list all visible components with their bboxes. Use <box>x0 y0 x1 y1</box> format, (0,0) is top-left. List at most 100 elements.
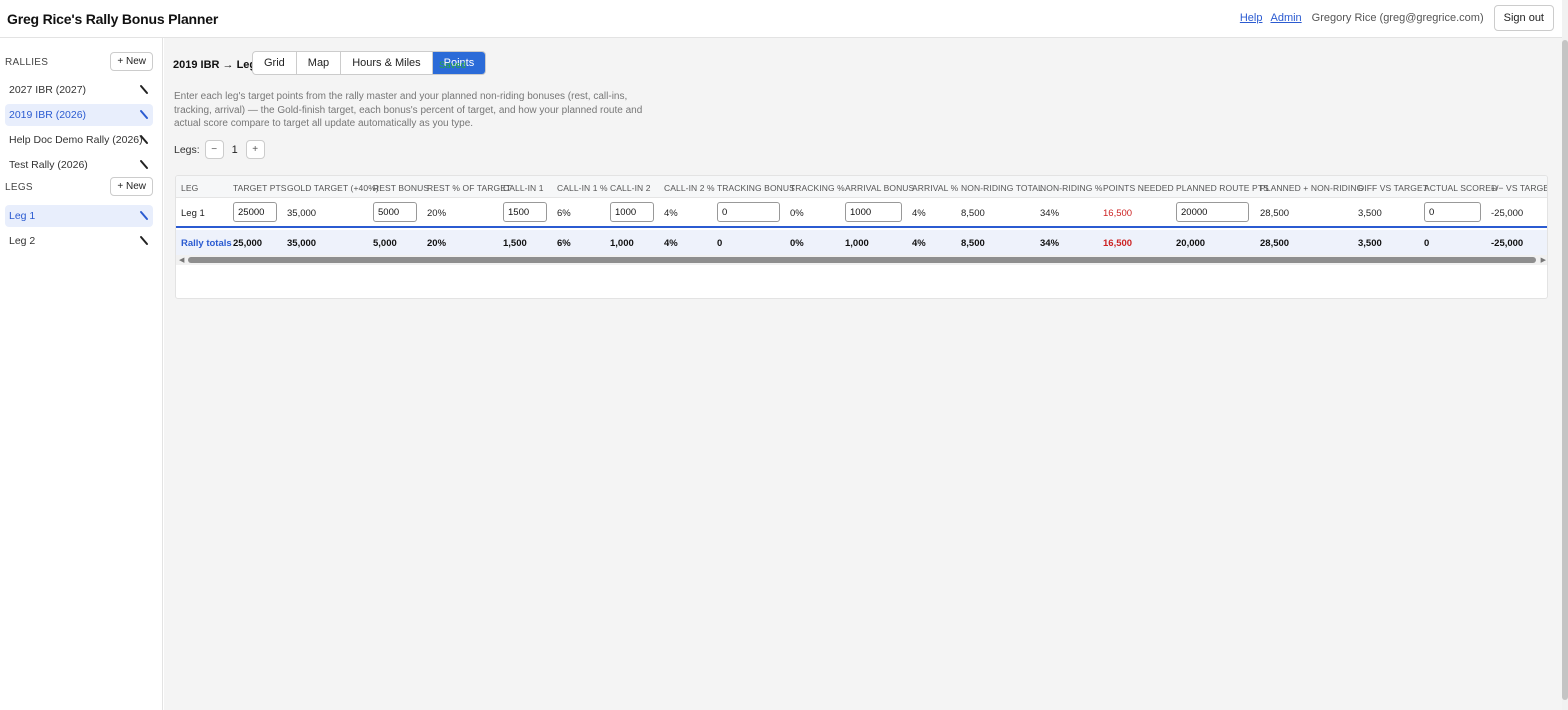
legs-header: LEGS + New <box>5 177 155 197</box>
pencil-icon[interactable] <box>139 210 149 222</box>
user-label: Gregory Rice (greg@gregrice.com) <box>1311 12 1484 24</box>
total-non-riding: 8,500 <box>961 238 985 249</box>
sidebar-item-leg[interactable]: Leg 2 <box>5 230 153 252</box>
sidebar-item-leg-active[interactable]: Leg 1 <box>5 205 153 227</box>
pencil-icon[interactable] <box>139 109 149 121</box>
total-arrival-pct: 4% <box>912 238 926 249</box>
total-call-in-1: 1,500 <box>503 238 527 249</box>
sidebar-item-rally[interactable]: Help Doc Demo Rally (2026) <box>5 129 153 151</box>
col-header: TRACKING % <box>790 183 845 193</box>
main-content: 2019 IBR → Leg 1 Grid Map Hours & Miles … <box>164 38 1562 710</box>
tracking-bonus-input[interactable] <box>717 202 780 222</box>
sidebar-item-rally-active[interactable]: 2019 IBR (2026) <box>5 104 153 126</box>
scroll-right-icon[interactable]: ▶ <box>1541 256 1546 264</box>
call-in-2-input[interactable] <box>610 202 654 222</box>
app-title: Greg Rice's Rally Bonus Planner <box>7 11 219 27</box>
non-riding-total-cell: 8,500 <box>961 208 985 219</box>
legs-label: Legs: <box>174 143 200 156</box>
call-in-1-input[interactable] <box>503 202 547 222</box>
tab-hours-miles[interactable]: Hours & Miles <box>341 52 433 74</box>
col-header: LEG <box>181 183 199 193</box>
total-rest-pct: 20% <box>427 238 447 249</box>
help-link[interactable]: Help <box>1240 12 1263 24</box>
tab-grid[interactable]: Grid <box>253 52 297 74</box>
tab-map[interactable]: Map <box>297 52 342 74</box>
col-header: TRACKING BONUS <box>717 183 795 193</box>
pencil-icon[interactable] <box>139 159 149 171</box>
call-in-2-pct-cell: 4% <box>664 208 678 219</box>
total-actual: 0 <box>1424 238 1430 249</box>
planned-plus-non-riding-cell: 28,500 <box>1260 208 1290 219</box>
arrival-bonus-input[interactable] <box>845 202 902 222</box>
col-header: CALL-IN 1 <box>503 183 544 193</box>
leg-label: Leg 1 <box>9 210 36 222</box>
sidebar-item-rally[interactable]: Test Rally (2026) <box>5 154 153 176</box>
gold-target-cell: 35,000 <box>287 208 317 219</box>
horizontal-scrollbar[interactable]: ◀ ▶ <box>176 255 1547 265</box>
pencil-icon[interactable] <box>139 235 149 247</box>
target-pts-input[interactable] <box>233 202 277 222</box>
actual-scored-input[interactable] <box>1424 202 1481 222</box>
rally-label: 2027 IBR (2027) <box>9 84 87 96</box>
total-diff: 3,500 <box>1358 238 1382 249</box>
new-leg-button[interactable]: + New <box>110 177 153 196</box>
scroll-left-icon[interactable]: ◀ <box>179 256 184 264</box>
total-call-in-1-pct: 6% <box>557 238 571 249</box>
total-call-in-2: 1,000 <box>610 238 634 249</box>
planned-route-pts-input[interactable] <box>1176 202 1249 222</box>
total-arrival: 1,000 <box>845 238 869 249</box>
non-riding-pct-cell: 34% <box>1040 208 1060 219</box>
rest-bonus-input[interactable] <box>373 202 417 222</box>
sign-out-button[interactable]: Sign out <box>1493 5 1554 31</box>
col-header: REST BONUS <box>373 183 430 193</box>
col-header: PLANNED ROUTE PTS <box>1176 183 1269 193</box>
rest-pct-cell: 20% <box>427 208 447 219</box>
top-bar: Greg Rice's Rally Bonus Planner Help Adm… <box>0 0 1568 38</box>
total-vs-target: -25,000 <box>1491 238 1524 249</box>
col-header: CALL-IN 2 % <box>664 183 715 193</box>
leg-label: Leg 2 <box>9 235 36 247</box>
tracking-pct-cell: 0% <box>790 208 804 219</box>
scrollbar-thumb[interactable] <box>1562 40 1568 700</box>
legs-decrement-button[interactable]: − <box>204 140 224 159</box>
col-header: PLANNED + NON-RIDING <box>1260 183 1364 193</box>
pencil-icon[interactable] <box>139 84 149 96</box>
admin-link[interactable]: Admin <box>1270 12 1301 24</box>
page-description: Enter each leg's target points from the … <box>174 91 643 129</box>
saved-status: Saved <box>439 60 466 71</box>
col-header: ARRIVAL % <box>912 183 959 193</box>
rally-label: Test Rally (2026) <box>9 159 88 171</box>
sidebar: RALLIES + New 2027 IBR (2027) 2019 IBR (… <box>0 38 163 710</box>
arrival-pct-cell: 4% <box>912 208 926 219</box>
col-header: CALL-IN 1 % <box>557 183 608 193</box>
col-header: DIFF VS TARGET <box>1358 183 1429 193</box>
totals-row: Rally totals 25,000 35,000 5,000 20% 1,5… <box>176 230 1547 255</box>
leg-cell: Leg 1 <box>181 208 205 219</box>
legs-increment-button[interactable]: + <box>245 140 265 159</box>
total-gold: 35,000 <box>287 238 317 249</box>
table-header: LEG TARGET PTS GOLD TARGET (+40%) REST B… <box>176 176 1547 198</box>
pencil-icon[interactable] <box>139 134 149 146</box>
call-in-1-pct-cell: 6% <box>557 208 571 219</box>
rallies-header: RALLIES + New <box>5 52 155 72</box>
col-header: POINTS NEEDED <box>1103 183 1174 193</box>
table-row: Leg 1 35,000 20% 6% 4% 0% 4% 8,500 34% 1… <box>176 198 1547 228</box>
col-header: GOLD TARGET (+40%) <box>287 183 379 193</box>
rally-label: Help Doc Demo Rally (2026) <box>9 134 143 146</box>
sidebar-item-rally[interactable]: 2027 IBR (2027) <box>5 79 153 101</box>
scrollbar-thumb[interactable] <box>188 257 1536 263</box>
total-planned-plus: 28,500 <box>1260 238 1290 249</box>
new-rally-button[interactable]: + New <box>110 52 153 71</box>
legs-count: 1 <box>231 143 238 156</box>
col-header: ACTUAL SCORED <box>1424 183 1498 193</box>
rally-label: 2019 IBR (2026) <box>9 109 87 121</box>
vertical-scrollbar[interactable] <box>1562 0 1568 710</box>
legs-stepper: Legs: − 1 + <box>174 140 265 159</box>
col-header: +/− VS TARGET <box>1491 183 1547 193</box>
col-header: CALL-IN 2 <box>610 183 651 193</box>
total-planned-route: 20,000 <box>1176 238 1206 249</box>
diff-vs-target-cell: 3,500 <box>1358 208 1382 219</box>
total-target: 25,000 <box>233 238 263 249</box>
total-tracking-pct: 0% <box>790 238 804 249</box>
col-header: TARGET PTS <box>233 183 287 193</box>
